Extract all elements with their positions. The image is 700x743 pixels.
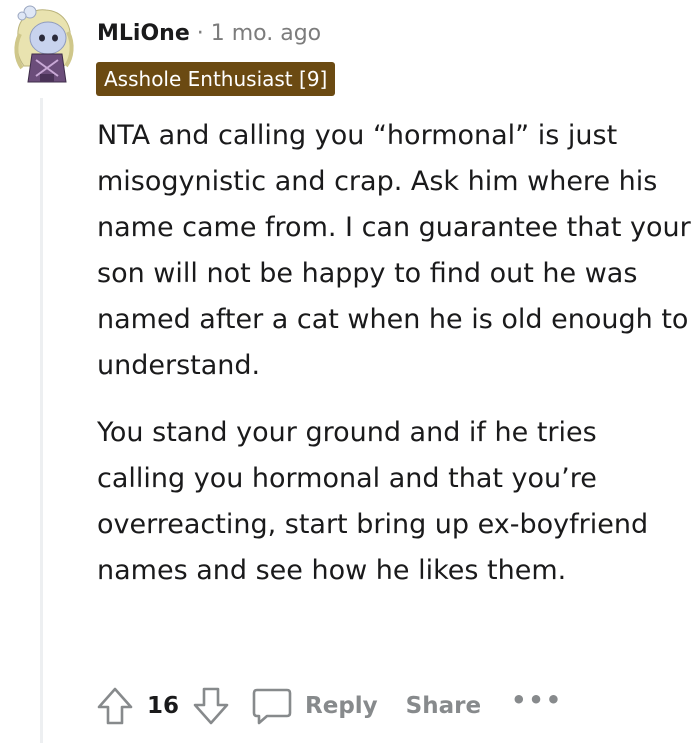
user-flair: Asshole Enthusiast [9] xyxy=(96,62,336,96)
meta-separator: · xyxy=(196,20,204,46)
thread-line[interactable] xyxy=(40,98,43,743)
reply-button[interactable]: Reply xyxy=(251,686,378,726)
avatar[interactable] xyxy=(10,4,80,86)
upvote-button[interactable] xyxy=(95,684,135,728)
comment: MLiOne · 1 mo. ago Asshole Enthusiast [9… xyxy=(0,0,700,743)
comment-paragraph: NTA and calling you “hormonal” is just m… xyxy=(97,120,691,381)
downvote-arrow-icon xyxy=(193,687,229,725)
share-button[interactable]: Share xyxy=(406,693,481,719)
vote-count: 16 xyxy=(147,693,180,719)
comment-actions: 16 Reply Share ••• xyxy=(95,684,563,728)
speech-bubble-icon xyxy=(252,688,292,725)
comment-paragraph: You stand your ground and if he tries ca… xyxy=(97,417,649,586)
comment-body: NTA and calling you “hormonal” is just m… xyxy=(97,113,693,615)
avatar-image xyxy=(14,5,74,83)
upvote-arrow-icon xyxy=(97,687,133,725)
reply-label: Reply xyxy=(305,693,378,719)
more-options-button[interactable]: ••• xyxy=(511,686,563,714)
comment-meta: MLiOne · 1 mo. ago xyxy=(97,18,321,48)
username[interactable]: MLiOne xyxy=(97,21,190,46)
timestamp[interactable]: 1 mo. ago xyxy=(211,21,321,46)
downvote-button[interactable] xyxy=(191,684,231,728)
